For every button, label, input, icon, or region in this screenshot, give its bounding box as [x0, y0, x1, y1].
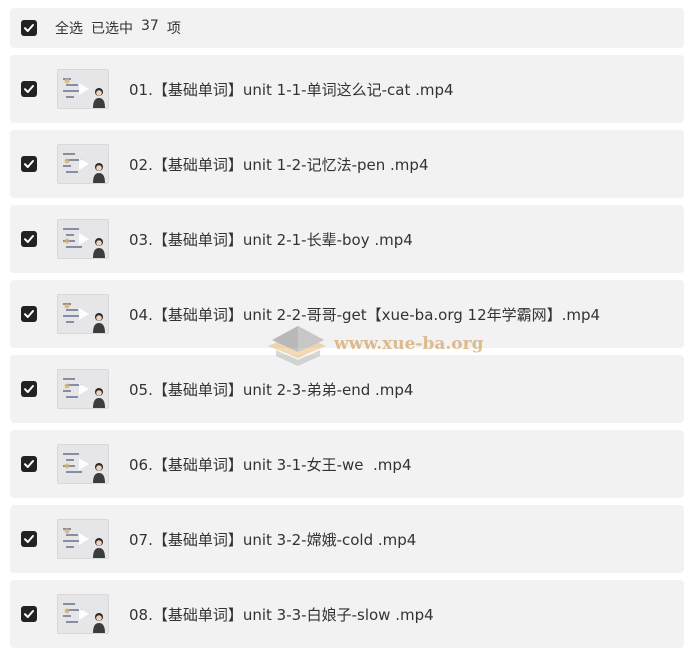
checkmark-icon [24, 460, 34, 468]
select-all-bar: 全选 已选中 37 项 [10, 8, 684, 48]
file-row[interactable]: 03.【基础单词】unit 2-1-长辈-boy .mp4 [10, 205, 684, 273]
checkmark-icon [24, 610, 34, 618]
video-thumbnail[interactable] [57, 219, 109, 259]
checkmark-icon [24, 160, 34, 168]
play-icon [79, 608, 89, 620]
presenter-figure [93, 88, 105, 108]
play-icon [79, 308, 89, 320]
file-row[interactable]: 08.【基础单词】unit 3-3-白娘子-slow .mp4 [10, 580, 684, 648]
presenter-figure [93, 163, 105, 183]
select-all-checkbox[interactable] [21, 20, 37, 36]
file-checkbox[interactable] [21, 606, 37, 622]
play-icon [79, 158, 89, 170]
video-thumbnail[interactable] [57, 294, 109, 334]
file-row[interactable]: 04.【基础单词】unit 2-2-哥哥-get【xue-ba.org 12年学… [10, 280, 684, 348]
file-row[interactable]: 05.【基础单词】unit 2-3-弟弟-end .mp4 [10, 355, 684, 423]
play-icon [79, 383, 89, 395]
file-name[interactable]: 06.【基础单词】unit 3-1-女王-we .mp4 [129, 454, 412, 475]
file-row[interactable]: 01.【基础单词】unit 1-1-单词这么记-cat .mp4 [10, 55, 684, 123]
checkmark-icon [24, 385, 34, 393]
presenter-figure [93, 388, 105, 408]
file-name[interactable]: 05.【基础单词】unit 2-3-弟弟-end .mp4 [129, 379, 413, 400]
file-checkbox[interactable] [21, 381, 37, 397]
file-checkbox[interactable] [21, 306, 37, 322]
selected-count: 37 [141, 18, 159, 34]
file-name[interactable]: 02.【基础单词】unit 1-2-记忆法-pen .mp4 [129, 154, 428, 175]
checkmark-icon [24, 85, 34, 93]
file-name[interactable]: 01.【基础单词】unit 1-1-单词这么记-cat .mp4 [129, 79, 454, 100]
file-checkbox[interactable] [21, 156, 37, 172]
video-thumbnail[interactable] [57, 594, 109, 634]
file-name[interactable]: 04.【基础单词】unit 2-2-哥哥-get【xue-ba.org 12年学… [129, 304, 600, 325]
video-thumbnail[interactable] [57, 69, 109, 109]
video-thumbnail[interactable] [57, 519, 109, 559]
file-name[interactable]: 03.【基础单词】unit 2-1-长辈-boy .mp4 [129, 229, 413, 250]
file-checkbox[interactable] [21, 81, 37, 97]
file-name[interactable]: 08.【基础单词】unit 3-3-白娘子-slow .mp4 [129, 604, 434, 625]
presenter-figure [93, 238, 105, 258]
checkmark-icon [24, 235, 34, 243]
selected-suffix: 项 [166, 21, 181, 37]
file-checkbox[interactable] [21, 531, 37, 547]
video-thumbnail[interactable] [57, 369, 109, 409]
file-row[interactable]: 02.【基础单词】unit 1-2-记忆法-pen .mp4 [10, 130, 684, 198]
video-thumbnail[interactable] [57, 444, 109, 484]
file-checkbox[interactable] [21, 231, 37, 247]
file-name[interactable]: 07.【基础单词】unit 3-2-嫦娥-cold .mp4 [129, 529, 416, 550]
file-checkbox[interactable] [21, 456, 37, 472]
presenter-figure [93, 538, 105, 558]
file-row[interactable]: 06.【基础单词】unit 3-1-女王-we .mp4 [10, 430, 684, 498]
checkmark-icon [24, 535, 34, 543]
select-all-label[interactable]: 全选 [55, 18, 83, 38]
play-icon [79, 233, 89, 245]
play-icon [79, 458, 89, 470]
play-icon [79, 533, 89, 545]
file-row[interactable]: 07.【基础单词】unit 3-2-嫦娥-cold .mp4 [10, 505, 684, 573]
selected-prefix: 已选中 [91, 21, 133, 37]
selection-summary: 全选 已选中 37 项 [55, 18, 181, 38]
checkmark-icon [24, 24, 34, 32]
presenter-figure [93, 313, 105, 333]
presenter-figure [93, 463, 105, 483]
video-thumbnail[interactable] [57, 144, 109, 184]
checkmark-icon [24, 310, 34, 318]
play-icon [79, 83, 89, 95]
presenter-figure [93, 613, 105, 633]
